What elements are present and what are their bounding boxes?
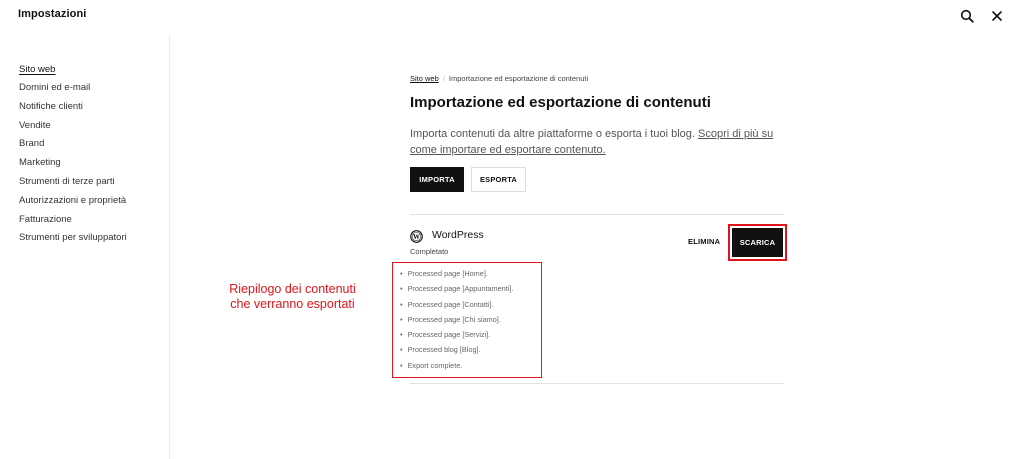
log-item: Processed page [Home].	[400, 269, 513, 284]
export-platform-name: WordPress	[432, 229, 484, 241]
annotation-callout: Riepilogo dei contenuti che verranno esp…	[205, 282, 380, 312]
export-button[interactable]: ESPORTA	[471, 167, 526, 192]
export-log-highlight: Processed page [Home]. Processed page [A…	[392, 262, 542, 378]
sidebar-item-marketing[interactable]: Marketing	[19, 157, 61, 168]
page-title: Importazione ed esportazione di contenut…	[410, 94, 711, 111]
close-icon[interactable]	[990, 9, 1004, 23]
sidebar-item-vendite[interactable]: Vendite	[19, 120, 51, 131]
page-description: Importa contenuti da altre piattaforme o…	[410, 126, 786, 158]
log-item: Processed blog [Blog].	[400, 345, 513, 360]
delete-button[interactable]: ELIMINA	[688, 237, 720, 246]
sidebar-item-strumenti-terze-parti[interactable]: Strumenti di terze parti	[19, 176, 115, 187]
svg-text:W: W	[413, 233, 420, 241]
annotation-line-1: Riepilogo dei contenuti	[229, 282, 356, 296]
export-log-list: Processed page [Home]. Processed page [A…	[400, 269, 514, 376]
log-item: Processed page [Servizi].	[400, 330, 513, 345]
divider	[410, 214, 784, 215]
breadcrumb: Sito web / Importazione ed esportazione di…	[410, 74, 588, 83]
log-item: Export complete.	[400, 361, 513, 376]
download-button[interactable]: SCARICA	[728, 224, 787, 261]
sidebar-item-autorizzazioni[interactable]: Autorizzazioni e proprietà	[19, 195, 126, 206]
divider	[410, 383, 784, 384]
wordpress-icon: W	[410, 230, 423, 243]
app-title: Impostazioni	[18, 8, 87, 20]
main-content: Sito web / Importazione ed esportazione di…	[410, 0, 790, 459]
settings-sidebar: Sito web Domini ed e-mail Notifiche clie…	[0, 34, 170, 459]
sidebar-item-notifiche[interactable]: Notifiche clienti	[19, 101, 83, 112]
description-text: Importa contenuti da altre piattaforme o…	[410, 128, 698, 140]
annotation-line-2: che verranno esportati	[230, 297, 355, 311]
breadcrumb-link-sito-web[interactable]: Sito web	[410, 74, 439, 83]
sidebar-item-fatturazione[interactable]: Fatturazione	[19, 214, 72, 225]
breadcrumb-separator: /	[442, 74, 445, 83]
sidebar-item-sito-web[interactable]: Sito web	[19, 64, 55, 75]
sidebar-item-strumenti-sviluppatori[interactable]: Strumenti per sviluppatori	[19, 232, 127, 243]
search-icon[interactable]	[960, 9, 974, 23]
sidebar-item-brand[interactable]: Brand	[19, 138, 44, 149]
import-button[interactable]: IMPORTA	[410, 167, 464, 192]
export-status: Completato	[410, 247, 449, 256]
sidebar-item-domini[interactable]: Domini ed e-mail	[19, 82, 90, 93]
log-item: Processed page [Appuntamenti].	[400, 284, 514, 299]
breadcrumb-current: Importazione ed esportazione di contenut…	[448, 74, 589, 83]
log-item: Processed page [Chi siamo].	[400, 315, 513, 330]
log-item: Processed page [Contatti].	[400, 300, 513, 315]
